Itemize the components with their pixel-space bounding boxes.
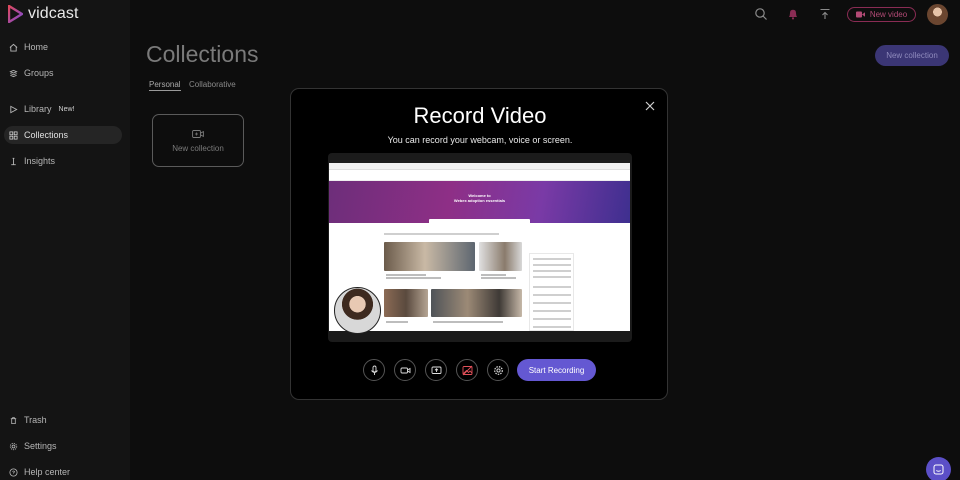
settings-gear-icon — [493, 365, 503, 375]
sidebar-item-insights[interactable]: Insights — [4, 152, 122, 170]
page-title: Collections — [146, 41, 259, 67]
new-video-label: New video — [869, 10, 908, 19]
sidebar-item-trash[interactable]: Trash — [4, 411, 122, 429]
tab-collaborative[interactable]: Collaborative — [189, 80, 236, 89]
preview-thumbnail — [384, 289, 428, 317]
avatar[interactable] — [927, 4, 948, 25]
recording-settings-button[interactable] — [487, 359, 509, 381]
modal-subtitle: You can record your webcam, voice or scr… — [387, 135, 573, 145]
preview-card-text — [433, 321, 503, 323]
screen-share-icon — [431, 366, 441, 374]
collections-icon — [9, 130, 18, 140]
preview-side-row — [533, 264, 571, 266]
preview-side-panel — [529, 253, 574, 331]
modal-title: Record Video — [413, 103, 547, 128]
sidebar-item-label: Library — [24, 104, 52, 114]
camera-icon — [400, 367, 410, 373]
search-icon[interactable] — [754, 7, 768, 21]
help-icon — [9, 467, 18, 477]
start-recording-button[interactable]: Start Recording — [517, 359, 596, 381]
preview-side-row — [533, 286, 571, 288]
tab-personal[interactable]: Personal — [149, 80, 181, 91]
logo[interactable]: vidcast — [8, 5, 79, 23]
browser-toolbar — [329, 163, 630, 170]
sidebar-item-label: Collections — [24, 130, 69, 140]
camera-button[interactable] — [394, 359, 416, 381]
site-nav — [329, 170, 630, 181]
preview-text-line — [384, 233, 499, 235]
new-collection-card-label: New collection — [172, 143, 224, 153]
preview-card-text — [386, 274, 426, 276]
preview-card-text — [386, 321, 408, 323]
preview-side-row — [533, 310, 571, 312]
home-icon — [9, 43, 18, 52]
screen-share-button[interactable] — [425, 359, 447, 381]
new-collection-button[interactable]: New collection — [875, 45, 949, 66]
upload-icon[interactable] — [818, 7, 832, 21]
sidebar-item-home[interactable]: Home — [4, 38, 122, 56]
library-icon — [10, 105, 18, 113]
webcam-bubble[interactable] — [334, 287, 381, 334]
preview-side-row — [533, 270, 571, 272]
settings-icon — [9, 442, 18, 450]
insights-icon — [11, 157, 16, 165]
sidebar-item-settings[interactable]: Settings — [4, 437, 122, 455]
sidebar-item-collections[interactable]: Collections — [4, 126, 122, 144]
preview-thumbnail — [479, 242, 522, 271]
background-image-button[interactable] — [456, 359, 478, 381]
notification-bell-icon[interactable] — [786, 7, 800, 21]
new-video-button[interactable]: New video — [847, 7, 916, 22]
preview-thumbnail — [384, 242, 475, 271]
video-camera-icon — [855, 11, 865, 18]
sidebar-item-label: Help center — [24, 467, 71, 477]
preview-side-row — [533, 318, 571, 320]
add-video-icon — [192, 129, 204, 138]
sidebar-item-label: Settings — [24, 441, 57, 451]
microphone-button[interactable] — [363, 359, 385, 381]
trash-icon — [10, 416, 17, 424]
sidebar-item-library[interactable]: Library New! — [4, 100, 122, 118]
preview-side-row — [533, 302, 571, 304]
vidcast-logo-icon — [8, 5, 23, 23]
preview-card-text — [386, 277, 441, 279]
sidebar-item-help-center[interactable]: Help center — [4, 463, 122, 480]
chat-icon — [933, 464, 944, 475]
preview-side-row — [533, 326, 571, 328]
sidebar-item-label: Insights — [24, 156, 56, 166]
groups-icon — [9, 69, 18, 77]
preview-card-text — [481, 274, 506, 276]
preview-search-bar — [429, 219, 530, 224]
preview-side-row — [533, 258, 571, 260]
preview-hero-line: Webex adoption essentials — [453, 198, 506, 203]
preview-side-row — [533, 294, 571, 296]
sidebar-item-groups[interactable]: Groups — [4, 64, 122, 82]
app-name: vidcast — [28, 5, 79, 22]
sidebar-item-label: Home — [24, 42, 49, 52]
record-video-modal: Record Video You can record your webcam,… — [290, 88, 668, 400]
sidebar-item-label: Trash — [24, 415, 47, 425]
preview-thumbnail — [431, 289, 522, 317]
recording-preview: Welcome to Webex adoption essentials — [328, 153, 632, 342]
new-badge: New! — [58, 105, 75, 113]
preview-side-row — [533, 276, 571, 278]
preview-hero-banner: Welcome to Webex adoption essentials — [329, 181, 630, 223]
image-icon — [462, 365, 472, 375]
chat-launcher-button[interactable] — [926, 457, 951, 480]
new-collection-card[interactable]: New collection — [152, 114, 244, 167]
sidebar-item-label: Groups — [24, 68, 54, 78]
sidebar: vidcast Home Groups Library New! Collect… — [0, 0, 130, 480]
preview-card-text — [481, 277, 516, 279]
microphone-icon — [370, 365, 378, 375]
